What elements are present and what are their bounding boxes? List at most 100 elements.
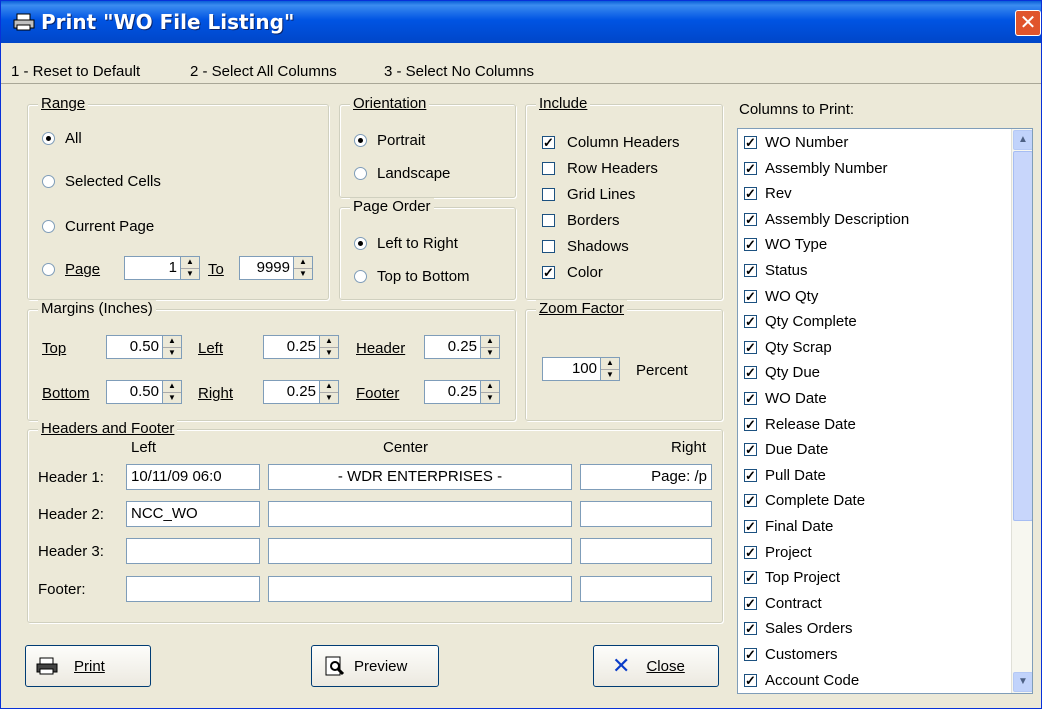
menu-select-no-columns[interactable]: 3 - Select No Columns [384, 63, 534, 80]
checkbox-box: ✓ [744, 135, 757, 150]
range-selected-radio[interactable]: Selected Cells [42, 173, 161, 190]
spinner-arrows[interactable]: ▲ ▼ [319, 336, 338, 358]
column-checkbox-item[interactable]: ✓ Release Date [744, 416, 856, 433]
checkbox-box: ✓ [744, 186, 757, 202]
column-checkbox-item[interactable]: ✓ Contract [744, 595, 822, 612]
landscape-radio[interactable]: Landscape [354, 165, 450, 182]
column-checkbox-item[interactable]: ✓ Customers [744, 646, 838, 663]
header1-right-field[interactable]: Page: /p [580, 464, 712, 490]
footer-center-field[interactable] [268, 576, 572, 602]
page-from-spinner[interactable]: 1 ▲ ▼ [124, 256, 200, 280]
column-item-label: Customers [765, 646, 838, 663]
page-to-spinner[interactable]: 9999 ▲ ▼ [239, 256, 313, 280]
column-checkbox-item[interactable]: ✓ Pull Date [744, 467, 826, 484]
scroll-thumb[interactable] [1013, 151, 1032, 521]
spinner-arrows[interactable]: ▲ ▼ [162, 381, 181, 403]
include-row-headers-checkbox[interactable]: Row Headers [542, 160, 658, 177]
column-item-label: Qty Due [765, 364, 821, 382]
footer-left-field[interactable] [126, 576, 260, 602]
margin-footer-spinner[interactable]: 0.25 ▲ ▼ [424, 380, 500, 404]
column-checkbox-item[interactable]: ✓ Assembly Description [744, 211, 909, 228]
columns-list[interactable]: ✓ WO Number ✓ Assembly Number ✓ Rev ✓ Assembly … [737, 128, 1033, 694]
margin-left-spinner[interactable]: 0.25 ▲ ▼ [263, 335, 339, 359]
spinner-arrows[interactable]: ▲ ▼ [293, 257, 312, 279]
header2-right-field[interactable] [580, 501, 712, 527]
include-column-headers-checkbox[interactable]: ✓ Column Headers [542, 134, 680, 151]
column-checkbox-item[interactable]: ✓ Account Code [744, 672, 859, 689]
window-close-button[interactable]: ✕ [1015, 10, 1041, 36]
margin-bottom-value: 0.50 [129, 383, 159, 400]
header1-center-field[interactable]: - WDR ENTERPRISES - [268, 464, 572, 490]
header2-left-field[interactable]: NCC_WO [126, 501, 260, 527]
range-group: Range All Selected Cells Current Page Pa… [27, 95, 329, 300]
scroll-up-button[interactable]: ▲ [1013, 130, 1032, 150]
include-borders-checkbox[interactable]: Borders [542, 212, 620, 229]
spinner-arrows[interactable]: ▲ ▼ [480, 336, 499, 358]
column-item-label: Rev [765, 185, 792, 203]
radio-dot [42, 132, 55, 145]
margin-top-label: Top [42, 340, 67, 357]
header2-label: Header 2: [38, 506, 104, 523]
column-checkbox-item[interactable]: ✓ Qty Scrap [744, 339, 832, 356]
zoom-value: 100 [571, 360, 597, 377]
column-checkbox-item[interactable]: ✓ WO Number [744, 134, 848, 151]
zoom-legend: Zoom Factor [536, 300, 628, 317]
checkbox-box: ✓ [744, 595, 757, 611]
margin-bottom-spinner[interactable]: 0.50 ▲ ▼ [106, 380, 182, 404]
top-to-bottom-radio[interactable]: Top to Bottom [354, 268, 470, 285]
column-checkbox-item[interactable]: ✓ Complete Date [744, 492, 865, 509]
title-bar[interactable]: Print "WO File Listing" ✕ [1, 1, 1041, 43]
column-item-label: Contract [765, 594, 822, 612]
column-item-label: WO Qty [765, 287, 819, 305]
spinner-arrows[interactable]: ▲ ▼ [180, 257, 199, 279]
checkbox-box: ✓ [744, 493, 757, 509]
spinner-arrows[interactable]: ▲ ▼ [600, 358, 619, 380]
range-all-radio[interactable]: All [42, 130, 82, 147]
columns-scrollbar[interactable]: ▲ ▼ [1011, 129, 1032, 693]
column-item-label: Pull Date [765, 466, 826, 484]
margin-right-spinner[interactable]: 0.25 ▲ ▼ [263, 380, 339, 404]
preview-button[interactable]: Preview [311, 645, 439, 687]
portrait-radio[interactable]: Portrait [354, 132, 425, 149]
include-color-checkbox[interactable]: ✓ Color [542, 264, 603, 281]
column-checkbox-item[interactable]: ✓ Qty Due [744, 364, 820, 381]
header1-left-field[interactable]: 10/11/09 06:0 [126, 464, 260, 490]
column-checkbox-item[interactable]: ✓ Status [744, 262, 808, 279]
column-checkbox-item[interactable]: ✓ Due Date [744, 441, 828, 458]
column-checkbox-item[interactable]: ✓ WO Date [744, 390, 827, 407]
menu-select-all-columns[interactable]: 2 - Select All Columns [190, 63, 337, 80]
column-checkbox-item[interactable]: ✓ Sales Orders [744, 620, 853, 637]
close-button[interactable]: ✕ Close [593, 645, 719, 687]
column-checkbox-item[interactable]: ✓ WO Qty [744, 288, 818, 305]
column-item-label: Project [765, 543, 812, 561]
zoom-spinner[interactable]: 100 ▲ ▼ [542, 357, 620, 381]
footer-right-field[interactable] [580, 576, 712, 602]
column-checkbox-item[interactable]: ✓ Qty Complete [744, 313, 857, 330]
include-grid-lines-checkbox[interactable]: Grid Lines [542, 186, 635, 203]
menu-reset-default[interactable]: 1 - Reset to Default [11, 63, 140, 80]
include-shadows-checkbox[interactable]: Shadows [542, 238, 629, 255]
column-checkbox-item[interactable]: ✓ Final Date [744, 518, 833, 535]
include-group: Include ✓ Column Headers Row Headers Grid… [525, 95, 723, 300]
print-button[interactable]: Print [25, 645, 151, 687]
header1-label: Header 1: [38, 469, 104, 486]
header3-right-field[interactable] [580, 538, 712, 564]
scroll-down-button[interactable]: ▼ [1013, 672, 1032, 692]
column-checkbox-item[interactable]: ✓ Assembly Number [744, 160, 888, 177]
column-checkbox-item[interactable]: ✓ WO Type [744, 236, 827, 253]
margin-header-spinner[interactable]: 0.25 ▲ ▼ [424, 335, 500, 359]
left-to-right-radio[interactable]: Left to Right [354, 235, 458, 252]
header3-left-field[interactable] [126, 538, 260, 564]
range-current-radio[interactable]: Current Page [42, 218, 154, 235]
range-page-radio[interactable]: Page [42, 261, 100, 278]
column-checkbox-item[interactable]: ✓ Rev [744, 185, 792, 202]
column-checkbox-item[interactable]: ✓ Top Project [744, 569, 840, 586]
column-item-label: Sales Orders [765, 620, 853, 638]
header3-center-field[interactable] [268, 538, 572, 564]
spinner-arrows[interactable]: ▲ ▼ [162, 336, 181, 358]
margin-top-spinner[interactable]: 0.50 ▲ ▼ [106, 335, 182, 359]
column-checkbox-item[interactable]: ✓ Project [744, 544, 812, 561]
spinner-arrows[interactable]: ▲ ▼ [319, 381, 338, 403]
spinner-arrows[interactable]: ▲ ▼ [480, 381, 499, 403]
header2-center-field[interactable] [268, 501, 572, 527]
